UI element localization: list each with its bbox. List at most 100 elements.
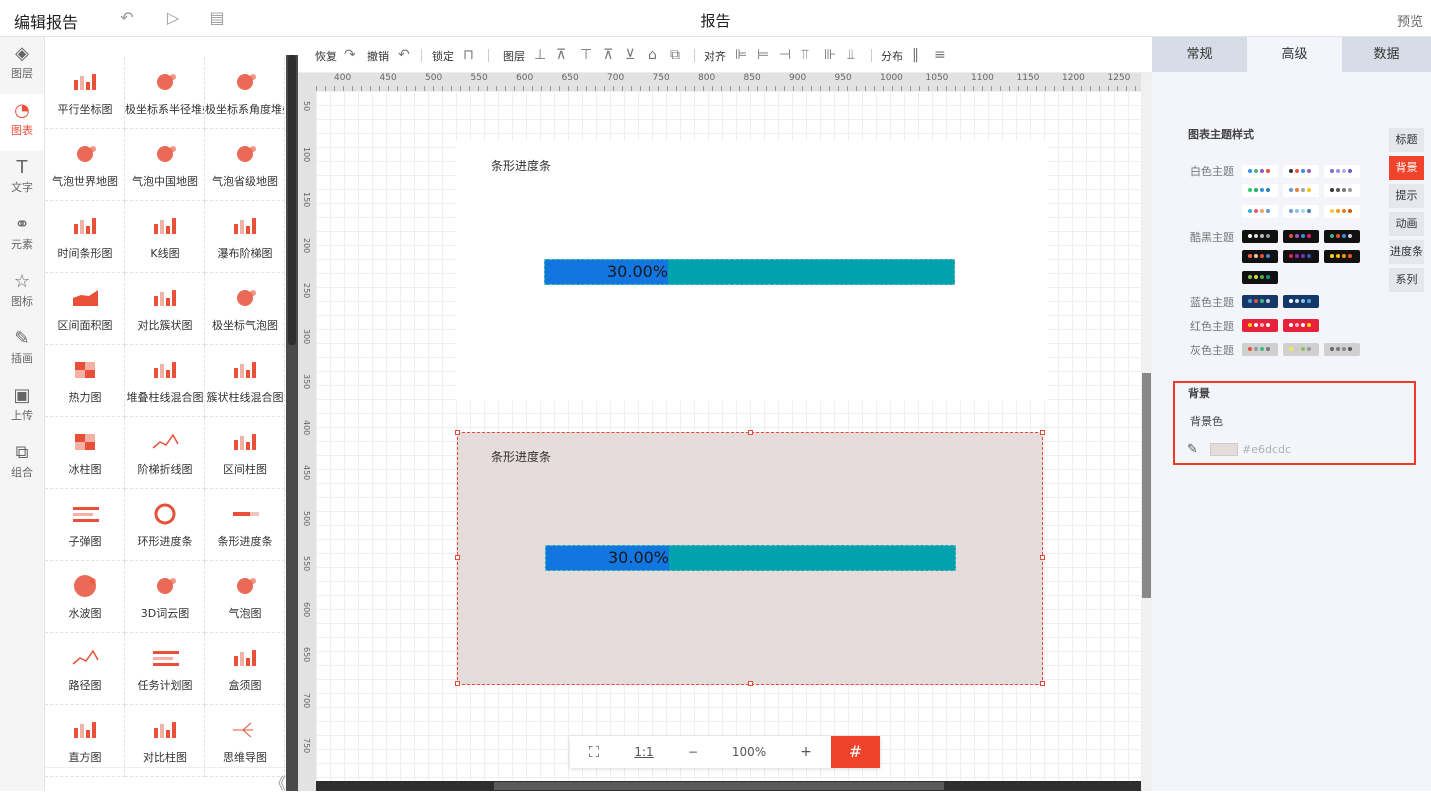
chart-type-item[interactable]: 任务计划图: [125, 633, 205, 705]
theme-swatch[interactable]: [1242, 205, 1278, 218]
theme-swatch[interactable]: [1242, 250, 1278, 263]
undo-icon[interactable]: ↶: [118, 9, 136, 27]
resize-handle[interactable]: [748, 430, 753, 435]
theme-swatch[interactable]: [1283, 165, 1319, 178]
theme-swatch[interactable]: [1283, 205, 1319, 218]
chart-type-item[interactable]: 对比簇状图: [125, 273, 205, 345]
nav-item-5[interactable]: ✎ 插画: [0, 322, 44, 379]
background-color-value[interactable]: #e6dcdc: [1242, 443, 1291, 456]
side-tab-5[interactable]: 系列: [1389, 268, 1424, 292]
distribute-horizontal-icon[interactable]: ‖: [912, 47, 919, 63]
chart-type-item[interactable]: 盒须图: [205, 633, 285, 705]
theme-swatch[interactable]: [1242, 343, 1278, 356]
chart-type-item[interactable]: 冰柱图: [45, 417, 125, 489]
nav-item-3[interactable]: ⚭ 元素: [0, 208, 44, 265]
side-tab-0[interactable]: 标题: [1389, 128, 1424, 152]
redo-icon[interactable]: ↷: [344, 47, 356, 63]
theme-swatch[interactable]: [1324, 250, 1360, 263]
zoom-out-button[interactable]: −: [670, 736, 716, 768]
nav-item-1[interactable]: ◔ 图表: [0, 94, 44, 151]
chart-type-item[interactable]: 气泡图: [205, 561, 285, 633]
align-right-icon[interactable]: ⊣: [779, 47, 791, 63]
delete-icon[interactable]: ⌂: [648, 47, 657, 63]
lock-label[interactable]: 锁定: [432, 48, 454, 64]
chart-type-item[interactable]: 极坐标系角度堆叠: [205, 57, 285, 129]
side-tab-3[interactable]: 动画: [1389, 212, 1424, 236]
chart-type-item[interactable]: 极坐标气泡图: [205, 273, 285, 345]
canvas-vertical-scrollbar[interactable]: [1141, 73, 1152, 791]
resize-handle[interactable]: [1040, 430, 1045, 435]
chart-type-item[interactable]: 区间柱图: [205, 417, 285, 489]
theme-swatch[interactable]: [1242, 271, 1278, 284]
distribute-vertical-icon[interactable]: ≡: [934, 47, 946, 63]
chart-type-item[interactable]: 热力图: [45, 345, 125, 417]
chart-type-item[interactable]: 气泡省级地图: [205, 129, 285, 201]
resize-handle[interactable]: [1040, 555, 1045, 560]
resize-handle[interactable]: [1040, 681, 1045, 686]
chart-type-item[interactable]: 水波图: [45, 561, 125, 633]
send-bottom-icon[interactable]: ⊻: [625, 47, 635, 63]
side-tab-4[interactable]: 进度条: [1389, 240, 1424, 264]
progress-bar[interactable]: 30.00%: [545, 545, 956, 571]
side-tab-1[interactable]: 背景: [1389, 156, 1424, 180]
eyedropper-icon[interactable]: ✎: [1187, 442, 1198, 457]
play-icon[interactable]: ▷: [164, 9, 182, 27]
chart-type-item[interactable]: 堆叠柱线混合图: [125, 345, 205, 417]
canvas-horizontal-scrollbar[interactable]: [316, 781, 1141, 791]
theme-swatch[interactable]: [1242, 230, 1278, 243]
resize-handle[interactable]: [748, 681, 753, 686]
fit-screen-icon[interactable]: ⛶: [570, 736, 618, 768]
bring-top-icon[interactable]: ⊼: [603, 47, 613, 63]
chart-type-item[interactable]: 簇状柱线混合图: [205, 345, 285, 417]
move-up-icon[interactable]: ⊼: [556, 47, 566, 63]
chart-type-item[interactable]: 阶梯折线图: [125, 417, 205, 489]
chart-card[interactable]: 条形进度条 30.00%: [456, 141, 1048, 401]
theme-swatch[interactable]: [1283, 184, 1319, 197]
scroll-thumb[interactable]: [1142, 373, 1151, 598]
chart-card-selected[interactable]: 条形进度条 30.00%: [455, 430, 1045, 686]
zoom-ratio-button[interactable]: 1:1: [622, 736, 666, 768]
chart-type-item[interactable]: 环形进度条: [125, 489, 205, 561]
chart-type-item[interactable]: 平行坐标图: [45, 57, 125, 129]
copy-icon[interactable]: ⧉: [670, 47, 680, 63]
move-down-icon[interactable]: ⊤: [580, 47, 592, 63]
side-tab-2[interactable]: 提示: [1389, 184, 1424, 208]
chart-type-item[interactable]: 条形进度条: [205, 489, 285, 561]
nav-item-6[interactable]: ▣ 上传: [0, 379, 44, 436]
undo-label[interactable]: 撤销: [367, 48, 389, 64]
tab-0[interactable]: 常规: [1152, 37, 1247, 72]
chart-type-item[interactable]: 气泡世界地图: [45, 129, 125, 201]
chart-type-item[interactable]: 瀑布阶梯图: [205, 201, 285, 273]
chart-type-item[interactable]: 子弹图: [45, 489, 125, 561]
resize-handle[interactable]: [455, 681, 460, 686]
preview-button[interactable]: 预览: [1397, 11, 1423, 30]
layer-tree-icon[interactable]: ⊥: [534, 47, 546, 63]
progress-bar[interactable]: 30.00%: [544, 259, 955, 285]
chart-type-item[interactable]: K线图: [125, 201, 205, 273]
undo-toolbar-icon[interactable]: ↶: [398, 47, 410, 63]
background-color-swatch[interactable]: [1210, 443, 1238, 456]
nav-item-7[interactable]: ⧉ 组合: [0, 436, 44, 493]
theme-swatch[interactable]: [1242, 165, 1278, 178]
theme-swatch[interactable]: [1283, 343, 1319, 356]
canvas[interactable]: 条形进度条 30.00% 条形进度条 30.00%: [316, 91, 1141, 781]
lock-icon[interactable]: ⊓: [463, 47, 474, 63]
zoom-in-button[interactable]: +: [782, 736, 830, 768]
chart-type-item[interactable]: 区间面积图: [45, 273, 125, 345]
collapse-icon[interactable]: 《: [270, 770, 286, 794]
align-bottom-icon[interactable]: ⫫: [847, 47, 855, 63]
align-left-icon[interactable]: ⊫: [735, 47, 747, 63]
theme-swatch[interactable]: [1324, 343, 1360, 356]
theme-swatch[interactable]: [1242, 319, 1278, 332]
theme-swatch[interactable]: [1242, 184, 1278, 197]
theme-swatch[interactable]: [1242, 295, 1278, 308]
scroll-thumb[interactable]: [494, 782, 944, 790]
align-label[interactable]: 对齐: [704, 48, 726, 64]
chart-type-item[interactable]: 时间条形图: [45, 201, 125, 273]
theme-swatch[interactable]: [1283, 295, 1319, 308]
chart-type-item[interactable]: 极坐标系半径堆叠: [125, 57, 205, 129]
chart-type-item[interactable]: 气泡中国地图: [125, 129, 205, 201]
resize-handle[interactable]: [455, 430, 460, 435]
theme-swatch[interactable]: [1324, 165, 1360, 178]
chart-type-item[interactable]: 路径图: [45, 633, 125, 705]
